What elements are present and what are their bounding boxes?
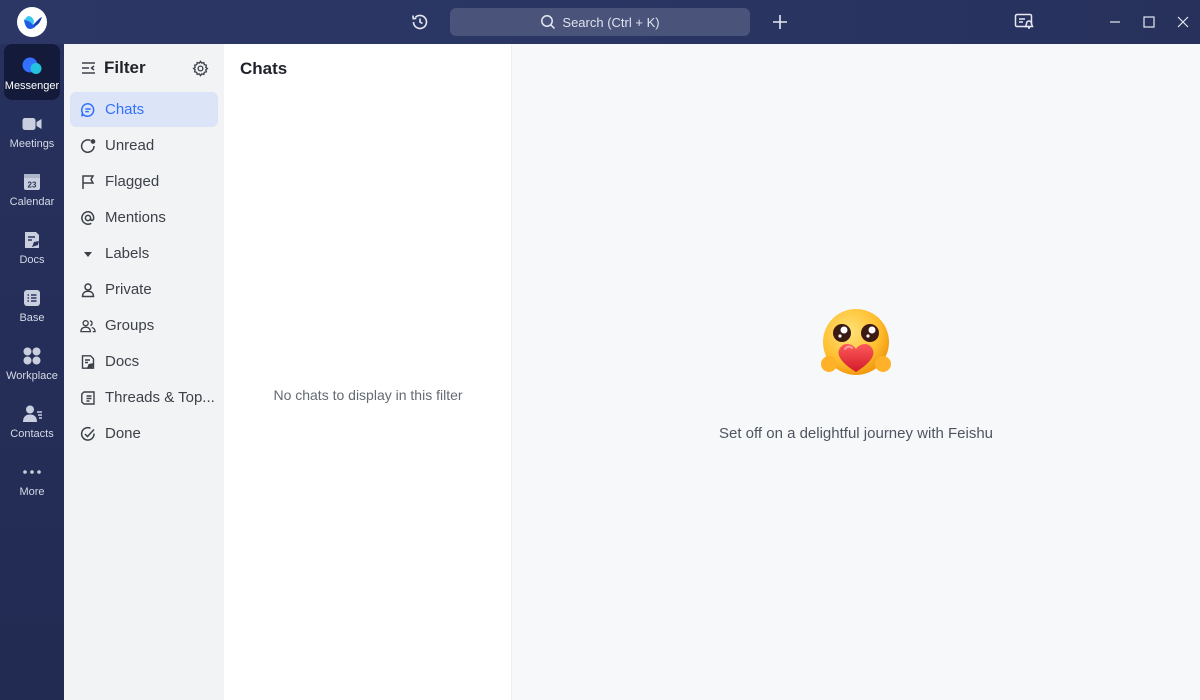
doc-icon [80, 354, 96, 370]
chat-list-title: Chats [240, 59, 288, 78]
rail-item-calendar[interactable]: 23 Calendar [4, 160, 60, 216]
rail-label: Workplace [6, 370, 58, 382]
notification-monitor-icon[interactable] [1012, 10, 1036, 34]
more-dots-icon [21, 461, 43, 483]
filter-item-chats[interactable]: Chats [70, 92, 218, 127]
filter-item-label: Labels [105, 245, 150, 262]
rail-label: Contacts [10, 428, 54, 440]
filter-item-flagged[interactable]: Flagged [70, 164, 218, 199]
filter-item-label: Threads & Top... [105, 389, 215, 406]
filter-item-labels[interactable]: Labels [70, 236, 218, 271]
empty-state-message: No chats to display in this filter [273, 387, 463, 403]
filter-item-label: Groups [105, 317, 155, 334]
workplace-grid-icon [21, 345, 43, 367]
filter-title: Filter [104, 58, 146, 77]
history-icon[interactable] [408, 10, 432, 34]
filter-item-label: Flagged [105, 173, 160, 190]
filter-item-label: Private [105, 281, 152, 298]
base-icon [21, 287, 43, 309]
done-check-icon [80, 426, 96, 442]
at-icon [80, 210, 96, 226]
filter-item-groups[interactable]: Groups [70, 308, 218, 343]
rail-item-contacts[interactable]: Contacts [4, 392, 60, 448]
filter-item-label: Mentions [105, 209, 166, 226]
docs-icon [21, 229, 43, 251]
filter-item-done[interactable]: Done [70, 416, 218, 451]
rail-label: Messenger [4, 80, 60, 92]
rail-item-docs[interactable]: Docs [4, 218, 60, 274]
group-icon [80, 318, 96, 334]
rail-item-base[interactable]: Base [4, 276, 60, 332]
flag-icon [80, 174, 96, 190]
filter-item-unread[interactable]: Unread [70, 128, 218, 163]
unread-icon [80, 138, 96, 154]
search-input[interactable]: Search (Ctrl + K) [450, 8, 750, 36]
filter-item-private[interactable]: Private [70, 272, 218, 307]
maximize-button[interactable] [1137, 10, 1161, 34]
filter-item-mentions[interactable]: Mentions [70, 200, 218, 235]
filter-header: Filter [80, 58, 146, 78]
feishu-logo-icon[interactable] [17, 7, 47, 37]
close-button[interactable] [1171, 10, 1195, 34]
filter-item-label: Done [105, 425, 141, 442]
minimize-button[interactable] [1103, 10, 1127, 34]
rail-item-messenger[interactable]: Messenger [4, 44, 60, 100]
threads-icon [80, 390, 96, 406]
filter-item-label: Docs [105, 353, 140, 370]
video-camera-icon [21, 113, 43, 135]
welcome-message: Set off on a delightful journey with Fei… [718, 425, 994, 442]
rail-item-more[interactable]: More [4, 450, 60, 506]
messenger-icon [21, 55, 43, 77]
caret-down-icon [80, 246, 96, 262]
search-icon [540, 14, 556, 30]
app-navigation-rail: Messenger Meetings 23 Calendar Docs Base… [0, 44, 64, 700]
rail-label: Base [19, 312, 45, 324]
contacts-icon [21, 403, 43, 425]
title-bar: Search (Ctrl + K) [0, 0, 1200, 44]
rail-item-workplace[interactable]: Workplace [4, 334, 60, 390]
main-content: Set off on a delightful journey with Fei… [512, 44, 1200, 700]
plus-icon[interactable] [768, 10, 792, 34]
rail-label: Docs [19, 254, 45, 266]
rail-item-meetings[interactable]: Meetings [4, 102, 60, 158]
filter-item-label: Unread [105, 137, 155, 154]
filter-item-docs[interactable]: Docs [70, 344, 218, 379]
svg-text:23: 23 [28, 181, 37, 190]
collapse-filter-icon[interactable] [80, 59, 98, 77]
gear-icon[interactable] [190, 58, 210, 78]
filter-item-threads-topics[interactable]: Threads & Top... [70, 380, 218, 415]
person-icon [80, 282, 96, 298]
heart-hug-emoji-icon [816, 308, 896, 382]
rail-label: Calendar [9, 196, 55, 208]
calendar-icon: 23 [21, 171, 43, 193]
filter-panel: Filter Chats Unread Flagged Mentions Lab… [64, 44, 224, 700]
chat-bubble-icon [80, 102, 96, 118]
filter-item-label: Chats [105, 101, 145, 118]
rail-label: More [19, 486, 45, 498]
chat-list-panel: Chats No chats to display in this filter [224, 44, 512, 700]
rail-label: Meetings [9, 138, 55, 150]
search-placeholder: Search (Ctrl + K) [562, 14, 660, 30]
